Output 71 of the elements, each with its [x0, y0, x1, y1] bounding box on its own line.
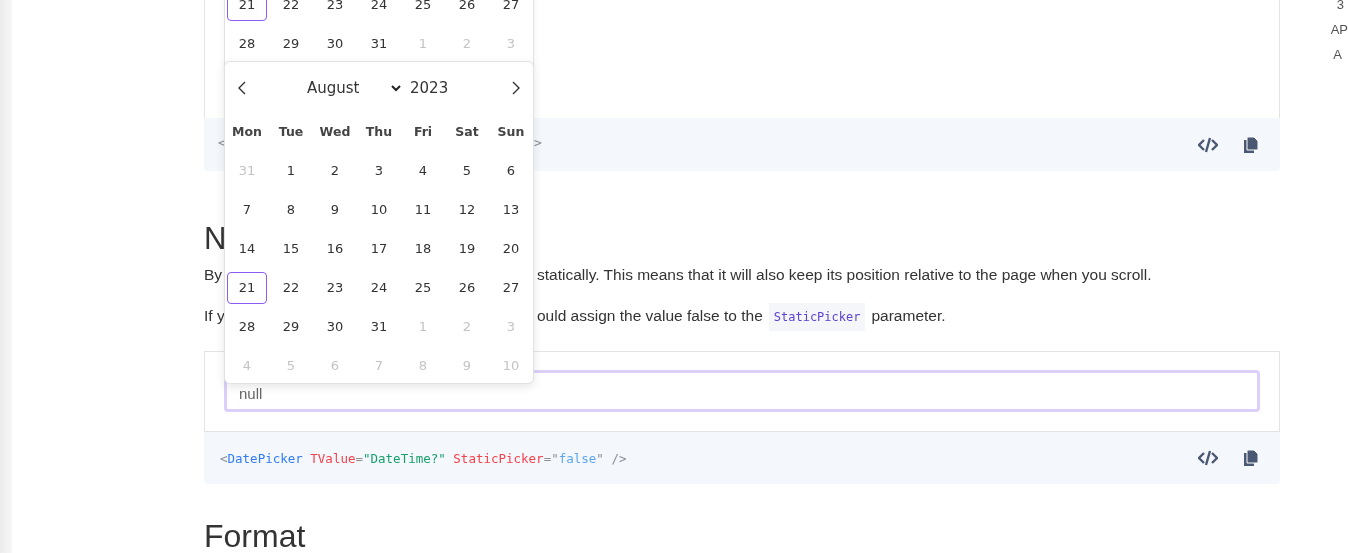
calendar-day[interactable]: 3 — [359, 154, 399, 187]
calendar-day[interactable]: 4 — [403, 154, 443, 187]
calendar-day[interactable]: 9 — [315, 193, 355, 226]
section-heading: Format — [204, 518, 306, 553]
calendar-day[interactable]: 21 — [227, 271, 267, 304]
paragraph-text: If y — [204, 306, 225, 326]
calendar-day[interactable]: 27 — [491, 0, 531, 21]
section-heading: N — [204, 221, 227, 257]
calendar-day[interactable]: 26 — [447, 0, 487, 21]
weekday-label: Thu — [364, 123, 394, 139]
code-icon[interactable] — [1198, 450, 1218, 466]
previous-month-icon[interactable] — [237, 80, 247, 96]
toc-link[interactable]: A — [1333, 42, 1348, 67]
copy-icon[interactable] — [1244, 136, 1258, 153]
calendar-day[interactable]: 11 — [403, 193, 443, 226]
calendar-day[interactable]: 20 — [491, 232, 531, 265]
weekday-label: Wed — [318, 123, 352, 139]
calendar-day[interactable]: 28 — [227, 310, 267, 343]
calendar-day[interactable]: 25 — [403, 271, 443, 304]
calendar-day[interactable]: 29 — [271, 27, 311, 60]
paragraph-text: By — [204, 265, 223, 285]
calendar-day[interactable]: 22 — [271, 271, 311, 304]
weekday-label: Sat — [454, 123, 480, 139]
calendar-day[interactable]: 28 — [227, 27, 267, 60]
calendar-day[interactable]: 30 — [315, 310, 355, 343]
code-text: > — [534, 135, 542, 150]
paragraph-text: statically. This means that it will also keep its position relative to the page when you scroll. — [537, 265, 1152, 285]
calendar-day[interactable]: 12 — [447, 193, 487, 226]
calendar-day[interactable]: 7 — [227, 193, 267, 226]
toc-link[interactable]: 3 — [1336, 0, 1348, 17]
calendar-day[interactable]: 26 — [447, 271, 487, 304]
calendar-day[interactable]: 21 — [227, 0, 267, 21]
inline-code: StaticPicker — [768, 303, 866, 331]
calendar-day[interactable]: 10 — [359, 193, 399, 226]
calendar-day[interactable]: 19 — [447, 232, 487, 265]
paragraph-text: ould assign the value false to the — [537, 306, 763, 326]
paragraph-text: parameter. — [871, 306, 946, 326]
calendar-day[interactable]: 30 — [315, 27, 355, 60]
calendar-day[interactable]: 5 — [447, 154, 487, 187]
month-dropdown[interactable]: August — [307, 79, 401, 97]
calendar-day[interactable]: 15 — [271, 232, 311, 265]
calendar-day[interactable]: 18 — [403, 232, 443, 265]
calendar-day[interactable]: 17 — [359, 232, 399, 265]
calendar-day[interactable]: 1 — [271, 154, 311, 187]
calendar-day[interactable]: 16 — [315, 232, 355, 265]
year-field[interactable]: 2023 — [410, 79, 449, 97]
calendar-day[interactable]: 25 — [403, 0, 443, 21]
calendar-day[interactable]: 13 — [491, 193, 531, 226]
calendar-day[interactable]: 31 — [359, 310, 399, 343]
copy-icon[interactable] — [1244, 450, 1258, 466]
calendar-day[interactable]: 24 — [359, 271, 399, 304]
weekday-label: Sun — [496, 123, 526, 139]
calendar-day[interactable]: 23 — [315, 0, 355, 21]
calendar-day[interactable]: 2 — [315, 154, 355, 187]
calendar-day[interactable]: 8 — [271, 193, 311, 226]
weekday-label: Tue — [277, 123, 305, 139]
calendar-day[interactable]: 14 — [227, 232, 267, 265]
calendar-day[interactable]: 29 — [271, 310, 311, 343]
next-month-icon[interactable] — [511, 80, 521, 96]
calendar-day[interactable]: 22 — [271, 0, 311, 21]
code-icon[interactable] — [1198, 136, 1218, 153]
weekday-label: Fri — [412, 123, 434, 139]
calendar-day[interactable]: 6 — [491, 154, 531, 187]
chevron-icon — [391, 84, 401, 92]
calendar-day[interactable]: 31 — [359, 27, 399, 60]
calendar-day[interactable]: 24 — [359, 0, 399, 21]
calendar-day[interactable]: 23 — [315, 271, 355, 304]
weekday-label: Mon — [231, 123, 263, 139]
calendar-day[interactable]: 27 — [491, 271, 531, 304]
code-snippet: <DatePicker TValue="DateTime?" StaticPicker="false" /> — [220, 450, 627, 466]
toc-link[interactable]: AP — [1330, 17, 1348, 42]
